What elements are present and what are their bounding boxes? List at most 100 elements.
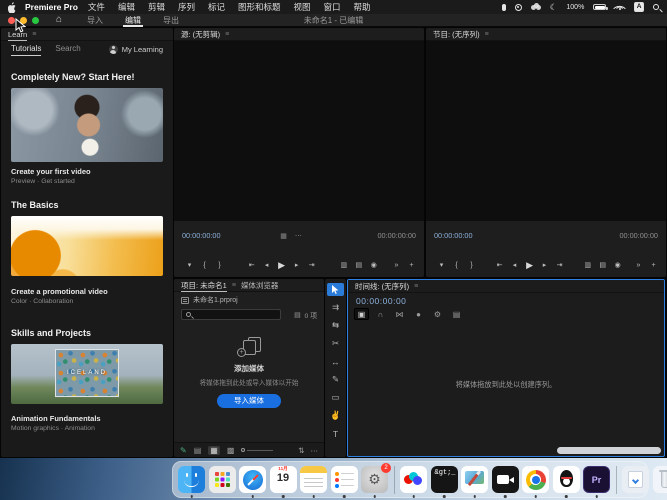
close-window-button[interactable] — [8, 17, 15, 24]
menubar-item-markers[interactable]: 标记 — [208, 1, 225, 13]
ripple-edit-tool[interactable]: ⇆ — [327, 319, 344, 332]
dock-finder-icon[interactable] — [178, 466, 205, 493]
menubar-item-clip[interactable]: 剪辑 — [148, 1, 165, 13]
panel-menu-icon[interactable]: ≡ — [485, 31, 489, 38]
caption-track-options-icon[interactable]: ▤ — [449, 308, 464, 320]
panel-menu-icon[interactable]: ≡ — [232, 282, 236, 289]
home-icon[interactable]: ⌂ — [56, 14, 62, 26]
dock-premiere-icon[interactable]: Pr — [583, 466, 610, 493]
dock-chrome-icon[interactable] — [522, 466, 549, 493]
play-button[interactable]: ▶ — [522, 259, 537, 272]
export-frame-icon[interactable]: ◉ — [610, 259, 625, 272]
menubar-item-help[interactable]: 帮助 — [354, 1, 371, 13]
panel-menu-icon[interactable]: ≡ — [225, 31, 229, 38]
dock-terminal-icon[interactable]: &gt;_ — [431, 466, 458, 493]
go-to-in-icon[interactable]: ⇤ — [244, 259, 259, 272]
zoom-window-button[interactable] — [32, 17, 39, 24]
mark-out-icon[interactable]: } — [464, 259, 479, 272]
step-forward-icon[interactable]: ▸ — [289, 259, 304, 272]
zoom-level-select-icon[interactable]: ▦ — [280, 232, 287, 240]
extract-icon[interactable]: ▤ — [595, 259, 610, 272]
learn-tab-tutorials[interactable]: Tutorials — [11, 41, 41, 57]
program-monitor-tab[interactable]: 节目: (无序列) — [433, 28, 480, 41]
add-marker-icon[interactable]: ▾ — [434, 259, 449, 272]
panel-menu-icon[interactable]: ≡ — [32, 31, 36, 38]
menubar-item-edit[interactable]: 编辑 — [118, 1, 135, 13]
pen-tool[interactable]: ✎ — [327, 373, 344, 386]
lift-icon[interactable]: ▥ — [580, 259, 595, 272]
export-frame-icon[interactable]: ◉ — [366, 259, 381, 272]
dock-settings-icon[interactable]: 2 ⚙ — [361, 466, 388, 493]
menubar-item-file[interactable]: 文件 — [88, 1, 105, 13]
dock-qq-icon[interactable] — [553, 466, 580, 493]
dock-safari-icon[interactable] — [239, 466, 266, 493]
type-tool[interactable]: T — [327, 427, 344, 440]
record-indicator-icon[interactable] — [515, 4, 522, 11]
panel-menu-icon[interactable]: ≡ — [414, 283, 418, 290]
project-panel-tab[interactable]: 项目: 未命名1 — [181, 279, 227, 292]
dock-notes-icon[interactable] — [300, 466, 327, 493]
import-media-button[interactable]: 导入媒体 — [217, 394, 281, 408]
do-not-disturb-icon[interactable]: ☾ — [550, 2, 558, 13]
media-browser-tab[interactable]: 媒体浏览器 — [241, 279, 279, 292]
step-forward-icon[interactable]: ▸ — [537, 259, 552, 272]
learn-tab-search[interactable]: Search — [55, 41, 80, 57]
button-editor-icon[interactable]: + — [646, 259, 661, 272]
tab-export[interactable]: 导出 — [163, 14, 179, 27]
mark-in-icon[interactable]: { — [197, 259, 212, 272]
slip-tool[interactable]: ↔ — [327, 355, 344, 368]
project-file-name[interactable]: 未命名1.prproj — [193, 295, 238, 305]
icon-view-icon[interactable]: ▦ — [208, 446, 220, 455]
more-buttons-icon[interactable]: » — [389, 259, 404, 272]
linked-selection-icon[interactable]: ⋈ — [392, 308, 407, 320]
go-to-in-icon[interactable]: ⇤ — [492, 259, 507, 272]
apple-logo-icon[interactable] — [8, 2, 17, 13]
battery-icon[interactable] — [593, 4, 606, 10]
playback-resolution-icon[interactable]: ⋯ — [295, 232, 302, 240]
more-buttons-icon[interactable]: » — [631, 259, 646, 272]
go-to-out-icon[interactable]: ⇥ — [304, 259, 319, 272]
dock-preview-icon[interactable] — [461, 466, 488, 493]
step-back-icon[interactable]: ◂ — [259, 259, 274, 272]
menubar-item-graphics-titles[interactable]: 图形和标题 — [238, 1, 281, 13]
dock-reminders-icon[interactable] — [331, 466, 358, 493]
items-filter-icon[interactable]: ▤ — [294, 311, 300, 319]
timeline-horizontal-scrollbar[interactable] — [557, 447, 661, 454]
insert-nest-sequence-icon[interactable]: ▣ — [354, 308, 369, 320]
microphone-icon[interactable] — [502, 4, 506, 11]
tutorial-card-title[interactable]: Create your first video — [11, 167, 91, 176]
tutorial-card-title[interactable]: Create a promotional video — [11, 287, 108, 296]
my-learning-button[interactable]: My Learning — [109, 45, 163, 54]
mark-in-icon[interactable]: { — [449, 259, 464, 272]
list-view-icon[interactable]: ▤ — [194, 446, 202, 455]
tutorial-card-thumbnail[interactable] — [11, 216, 163, 276]
sort-icons-icon[interactable]: ⇅ — [298, 446, 304, 455]
insert-icon[interactable]: ▥ — [336, 259, 351, 272]
freeform-view-icon[interactable]: ▩ — [227, 446, 235, 455]
add-marker-icon[interactable]: ▾ — [182, 259, 197, 272]
snap-icon[interactable]: ∩ — [373, 308, 388, 320]
project-more-icon[interactable]: ⋯ — [311, 446, 319, 455]
tab-import[interactable]: 导入 — [87, 14, 103, 27]
step-back-icon[interactable]: ◂ — [507, 259, 522, 272]
dock-launchpad-icon[interactable] — [209, 466, 236, 493]
dock-creative-cloud-icon[interactable] — [400, 466, 427, 493]
mark-out-icon[interactable]: } — [212, 259, 227, 272]
spotlight-search-icon[interactable] — [653, 4, 659, 10]
dock-downloads-icon[interactable] — [622, 466, 649, 493]
menubar-item-window[interactable]: 窗口 — [324, 1, 341, 13]
go-to-out-icon[interactable]: ⇥ — [552, 259, 567, 272]
hand-tool[interactable]: ✌ — [327, 409, 344, 422]
overwrite-icon[interactable]: ▤ — [351, 259, 366, 272]
dock-screen-recorder-icon[interactable] — [492, 466, 519, 493]
tab-edit[interactable]: 编辑 — [125, 14, 141, 27]
dock-calendar-icon[interactable]: 11月 19 — [270, 466, 297, 493]
input-source-icon[interactable]: A — [634, 2, 644, 12]
track-select-forward-tool[interactable]: ⇉ — [327, 301, 344, 314]
add-marker-icon[interactable]: ● — [411, 308, 426, 320]
project-writable-icon[interactable]: ✎ — [180, 446, 187, 455]
tutorial-card-title[interactable]: Animation Fundamentals — [11, 414, 101, 423]
play-button[interactable]: ▶ — [274, 259, 289, 272]
menubar-item-sequence[interactable]: 序列 — [178, 1, 195, 13]
rectangle-tool[interactable]: ▭ — [327, 391, 344, 404]
